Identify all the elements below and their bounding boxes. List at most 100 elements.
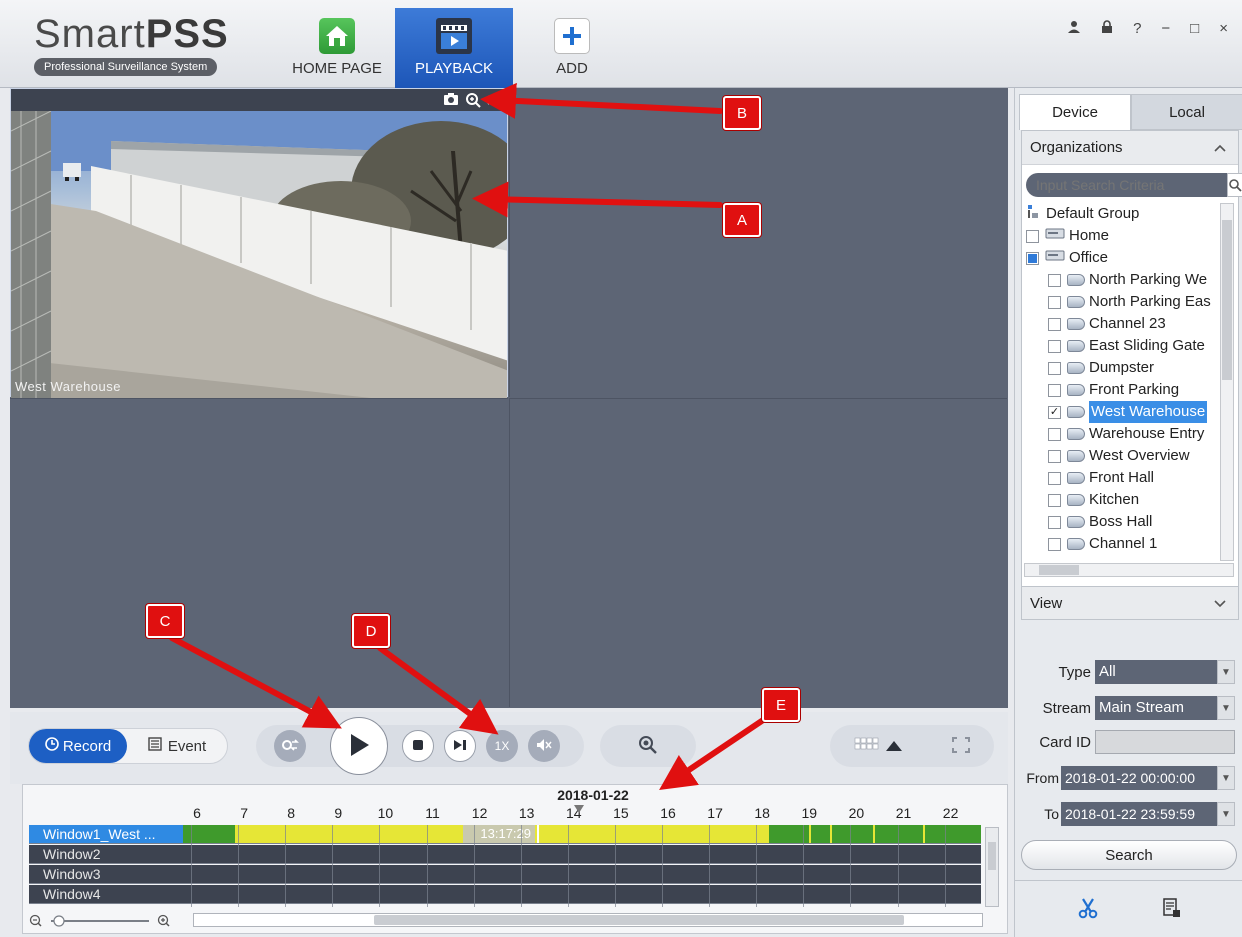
snapshot-camera-icon[interactable] [443, 92, 459, 111]
window-layout-icon[interactable] [854, 735, 904, 758]
device-tree-horizontal-scrollbar[interactable] [1024, 563, 1234, 577]
tree-checkbox[interactable] [1048, 383, 1061, 397]
lock-icon[interactable] [1101, 20, 1113, 38]
tree-checkbox[interactable] [1026, 229, 1039, 243]
dropdown-arrow-icon[interactable]: ▼ [1217, 802, 1235, 826]
video-window-3[interactable] [10, 398, 508, 707]
tree-checkbox[interactable] [1048, 515, 1061, 529]
dropdown-arrow-icon[interactable]: ▼ [1217, 766, 1235, 790]
tab-local[interactable]: Local [1131, 94, 1242, 130]
group-tree-icon [1026, 203, 1046, 226]
tree-node[interactable]: Home [1024, 225, 1220, 247]
video-window-4[interactable] [509, 398, 1007, 707]
timeline-row[interactable]: Window4 [29, 885, 981, 904]
nav-playback[interactable]: PLAYBACK [395, 8, 513, 88]
video-window-1[interactable]: West Warehouse [10, 88, 508, 398]
tree-checkbox[interactable] [1048, 427, 1061, 441]
tree-node[interactable]: Dumpster [1024, 357, 1220, 379]
search-button[interactable]: Search [1021, 840, 1237, 870]
tree-node[interactable]: Warehouse Entry [1024, 423, 1220, 445]
speed-button[interactable]: 1X [486, 730, 518, 762]
timeline-window-label[interactable]: Window2 [29, 845, 183, 864]
sync-play-button[interactable] [274, 730, 306, 762]
timeline-track[interactable]: 13:17:29 [183, 825, 981, 844]
organizations-header[interactable]: Organizations [1022, 131, 1238, 165]
tree-checkbox[interactable] [1048, 317, 1061, 331]
tree-node[interactable]: Boss Hall [1024, 511, 1220, 533]
export-list-icon[interactable] [1162, 897, 1181, 921]
dropdown-arrow-icon[interactable]: ▼ [1217, 696, 1235, 720]
video-window-2[interactable] [509, 88, 1007, 397]
timeline-track[interactable] [183, 885, 981, 904]
tree-checkbox[interactable]: ✓ [1048, 405, 1061, 419]
smart-search-button[interactable] [600, 725, 696, 767]
tree-checkbox[interactable] [1048, 339, 1061, 353]
nav-add[interactable]: ADD [530, 8, 614, 88]
tree-node[interactable]: East Sliding Gate [1024, 335, 1220, 357]
tree-node[interactable]: North Parking Eas [1024, 291, 1220, 313]
cardid-input[interactable] [1095, 730, 1235, 754]
timeline-row[interactable]: Window3 [29, 865, 981, 884]
minimize-icon[interactable]: − [1161, 20, 1170, 38]
to-datetime[interactable]: 2018-01-22 23:59:59 [1061, 802, 1217, 826]
scissors-clip-icon[interactable] [1078, 897, 1098, 922]
mute-button[interactable] [528, 730, 560, 762]
from-datetime[interactable]: 2018-01-22 00:00:00 [1061, 766, 1217, 790]
tree-checkbox[interactable] [1048, 449, 1061, 463]
fullscreen-icon[interactable] [951, 736, 971, 757]
tree-node[interactable]: Default Group [1024, 203, 1220, 225]
timeline-window-label[interactable]: Window1_West ... [29, 825, 183, 844]
timeline-gridline [285, 825, 287, 907]
stream-select[interactable]: Main Stream [1095, 696, 1217, 720]
tree-node[interactable]: Channel 23 [1024, 313, 1220, 335]
timeline-track[interactable] [183, 865, 981, 884]
tree-checkbox[interactable] [1048, 295, 1061, 309]
device-search-input[interactable] [1026, 173, 1227, 197]
tree-checkbox[interactable] [1048, 537, 1061, 551]
device-tree-scrollbar[interactable] [1220, 203, 1234, 561]
timeline-row[interactable]: Window2 [29, 845, 981, 864]
tree-checkbox[interactable] [1048, 361, 1061, 375]
house-icon [319, 18, 355, 54]
tree-checkbox[interactable] [1026, 251, 1039, 265]
timeline-horizontal-scrollbar[interactable] [193, 913, 983, 927]
record-button[interactable]: Record [29, 729, 127, 763]
tree-node[interactable]: West Overview [1024, 445, 1220, 467]
time-cursor-marker-icon[interactable] [573, 804, 585, 814]
close-window-icon[interactable] [487, 92, 497, 111]
tree-node[interactable]: Channel 1 [1024, 533, 1220, 555]
scrollbar-thumb[interactable] [374, 915, 904, 925]
tree-node[interactable]: Kitchen [1024, 489, 1220, 511]
maximize-icon[interactable]: □ [1190, 20, 1199, 38]
timeline-window-label[interactable]: Window3 [29, 865, 183, 884]
dropdown-arrow-icon[interactable]: ▼ [1217, 660, 1235, 684]
user-icon[interactable] [1067, 20, 1081, 38]
chevron-down-icon[interactable] [1214, 595, 1226, 612]
tree-node[interactable]: Front Hall [1024, 467, 1220, 489]
search-icon[interactable] [1227, 173, 1242, 197]
timeline-track[interactable] [183, 845, 981, 864]
digital-zoom-icon[interactable] [465, 92, 481, 111]
nav-home-page[interactable]: HOME PAGE [282, 8, 392, 88]
tree-node[interactable]: Office [1024, 247, 1220, 269]
help-icon[interactable]: ? [1133, 20, 1141, 38]
tree-node[interactable]: ✓ West Warehouse [1024, 401, 1220, 423]
event-button[interactable]: Event [127, 729, 227, 763]
timeline-vertical-scrollbar[interactable] [985, 827, 999, 907]
chevron-up-icon[interactable] [1214, 139, 1226, 156]
tree-node[interactable]: Front Parking [1024, 379, 1220, 401]
play-button[interactable] [330, 717, 388, 775]
timeline-zoom-slider[interactable] [29, 913, 189, 929]
tree-checkbox[interactable] [1048, 471, 1061, 485]
tree-node[interactable]: North Parking We [1024, 269, 1220, 291]
tab-device[interactable]: Device [1019, 94, 1131, 130]
stop-button[interactable] [402, 730, 434, 762]
timeline-window-label[interactable]: Window4 [29, 885, 183, 904]
timeline-row[interactable]: Window1_West ... 13:17:29 [29, 825, 981, 844]
next-frame-button[interactable] [444, 730, 476, 762]
close-icon[interactable]: × [1219, 20, 1228, 38]
type-select[interactable]: All [1095, 660, 1217, 684]
view-section-header[interactable]: View [1021, 586, 1239, 620]
tree-checkbox[interactable] [1048, 273, 1061, 287]
tree-checkbox[interactable] [1048, 493, 1061, 507]
